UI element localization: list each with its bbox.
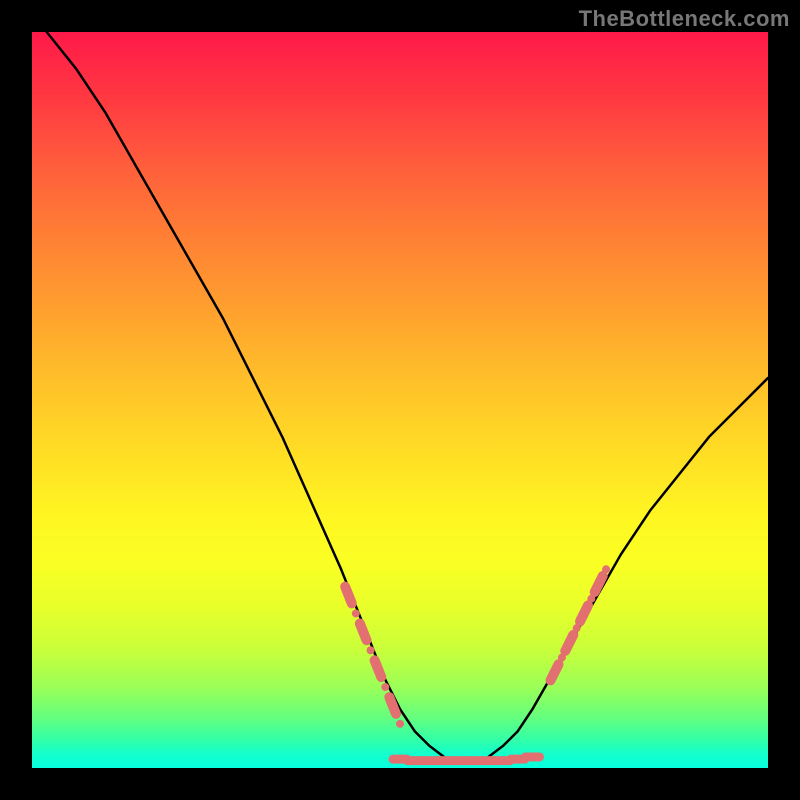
series-right-dash-band-seg — [565, 635, 573, 651]
series-left-dash-band-dot — [396, 720, 404, 728]
series-left-dash-band-seg — [375, 660, 382, 677]
series-left-curve — [47, 32, 444, 757]
series-right-dash-band-dot — [602, 565, 610, 573]
chart-svg — [32, 32, 768, 768]
watermark-text: TheBottleneck.com — [579, 6, 790, 32]
series-right-curve — [488, 378, 768, 757]
series-left-dash-band-dot — [352, 609, 360, 617]
series-right-dash-band-seg — [580, 605, 588, 621]
series-left-dash-band-seg — [345, 587, 352, 604]
chart-container: TheBottleneck.com — [0, 0, 800, 800]
series-right-dash-band-seg — [551, 664, 559, 680]
series-left-dash-band-dot — [367, 646, 375, 654]
series-left-dash-band-seg — [360, 623, 367, 640]
series-left-dash-band-dot — [381, 683, 389, 691]
series-left-dash-band-seg — [389, 697, 396, 714]
plot-area — [32, 32, 768, 768]
